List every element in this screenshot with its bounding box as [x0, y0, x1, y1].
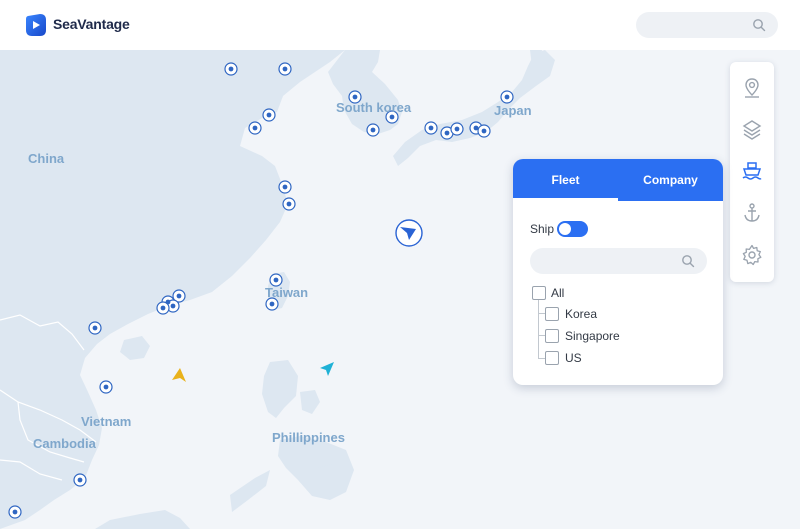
map-label-cambodia: Cambodia: [33, 436, 96, 451]
checkbox-label-korea: Korea: [565, 307, 598, 321]
toggle-knob: [559, 223, 571, 235]
panel-tabs: Fleet Company: [513, 159, 723, 201]
panel-search-input[interactable]: [530, 248, 707, 274]
tree-branch: [538, 335, 545, 336]
checkbox-korea[interactable]: [545, 307, 559, 321]
map-label-china: China: [28, 151, 65, 166]
map-label-taiwan: Taiwan: [265, 285, 309, 300]
tree-line: [538, 300, 539, 358]
checkbox-all[interactable]: [532, 286, 546, 300]
location-pin-icon[interactable]: [740, 76, 764, 100]
tree-branch: [538, 358, 545, 359]
map-label-japan: Japan: [494, 103, 532, 118]
checkbox-singapore[interactable]: [545, 329, 559, 343]
global-search-input[interactable]: [636, 12, 778, 38]
gear-icon[interactable]: [740, 243, 764, 267]
selected-vessel-marker: [395, 219, 423, 247]
checkbox-label-singapore: Singapore: [565, 329, 620, 343]
layers-icon[interactable]: [740, 118, 764, 142]
tab-company[interactable]: Company: [618, 159, 723, 201]
map-label-philippines: Phillippines: [272, 430, 345, 445]
map-label-south-korea: South korea: [336, 100, 412, 115]
ship-icon[interactable]: [740, 159, 764, 183]
brand-name: SeaVantage: [53, 16, 130, 32]
checkbox-us[interactable]: [545, 351, 559, 365]
map-label-vietnam: Vietnam: [81, 414, 132, 429]
ship-toggle-label: Ship: [530, 222, 555, 236]
checkbox-label-us: US: [565, 351, 582, 365]
ship-toggle[interactable]: [557, 221, 588, 237]
tab-fleet[interactable]: Fleet: [513, 159, 618, 201]
checkbox-label-all: All: [551, 286, 565, 300]
search-icon: [753, 19, 766, 32]
search-icon: [682, 255, 695, 268]
fleet-panel: Fleet Company Ship All Korea Singapore U…: [513, 159, 723, 385]
map-toolbar: [730, 62, 774, 282]
anchor-icon[interactable]: [740, 201, 764, 225]
seavantage-logo-icon[interactable]: [24, 13, 48, 37]
tree-branch: [538, 313, 545, 314]
top-bar: SeaVantage: [0, 0, 800, 50]
